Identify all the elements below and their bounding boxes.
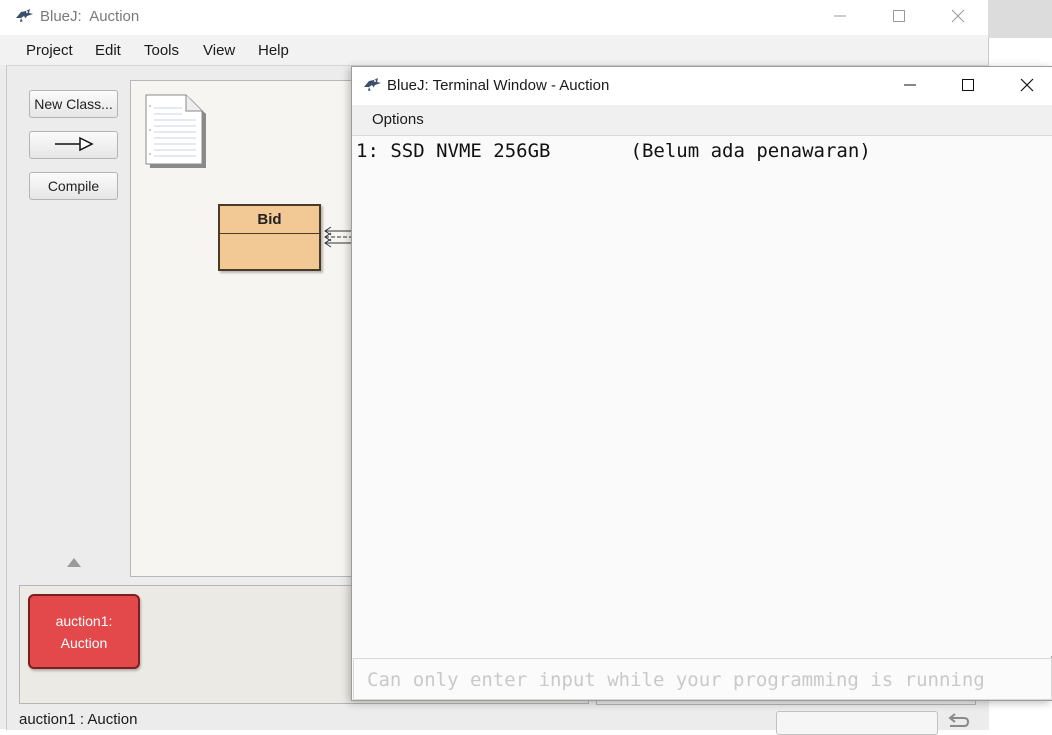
compile-button[interactable]: Compile [29, 172, 118, 200]
terminal-output-line: 1: SSD NVME 256GB (Belum ada penawaran) [356, 140, 871, 162]
terminal-menubar: Options [352, 105, 1052, 136]
object-auction1[interactable]: auction1: Auction [28, 594, 140, 669]
close-icon[interactable] [935, 1, 981, 31]
menu-options[interactable]: Options [372, 111, 424, 128]
class-bid[interactable]: Bid [218, 204, 321, 271]
menu-edit[interactable]: Edit [95, 42, 121, 59]
menu-tools[interactable]: Tools [144, 42, 179, 59]
menu-help[interactable]: Help [258, 42, 289, 59]
terminal-input[interactable]: Can only enter input while your programm… [353, 658, 1052, 700]
readme-document-icon[interactable] [144, 94, 206, 172]
inheritance-arrow-icon [54, 136, 94, 155]
terminal-input-placeholder: Can only enter input while your programm… [367, 669, 985, 691]
object-type: Auction [60, 634, 108, 651]
main-window-title: BlueJ: Auction [40, 8, 140, 25]
background-strip [988, 0, 1052, 38]
triangle-up-icon[interactable] [66, 555, 82, 572]
menu-view[interactable]: View [203, 42, 235, 59]
maximize-icon[interactable] [876, 1, 922, 31]
return-arrow-icon[interactable] [946, 712, 970, 733]
terminal-titlebar: BlueJ: Terminal Window - Auction [352, 67, 1052, 105]
main-menubar: Project Edit Tools View Help [0, 35, 988, 65]
bluej-bird-icon [15, 8, 35, 24]
close-icon[interactable] [1004, 70, 1050, 100]
minimize-icon[interactable] [817, 1, 863, 31]
class-bid-name: Bid [220, 206, 319, 234]
main-titlebar: BlueJ: Auction [0, 0, 988, 35]
bluej-bird-icon [363, 77, 383, 93]
compile-label: Compile [47, 178, 100, 194]
status-field[interactable] [776, 711, 938, 735]
menu-project[interactable]: Project [26, 42, 73, 59]
new-class-label: New Class... [34, 96, 113, 112]
inheritance-arrow-button[interactable] [29, 131, 118, 159]
terminal-window-title: BlueJ: Terminal Window - Auction [387, 77, 610, 94]
terminal-output[interactable]: 1: SSD NVME 256GB (Belum ada penawaran) [352, 136, 1052, 656]
minimize-icon[interactable] [887, 70, 933, 100]
object-name: auction1: [55, 612, 113, 629]
maximize-icon[interactable] [945, 70, 991, 100]
new-class-button[interactable]: New Class... [29, 90, 118, 118]
status-text: auction1 : Auction [19, 711, 138, 728]
dependency-arrows [322, 226, 352, 254]
